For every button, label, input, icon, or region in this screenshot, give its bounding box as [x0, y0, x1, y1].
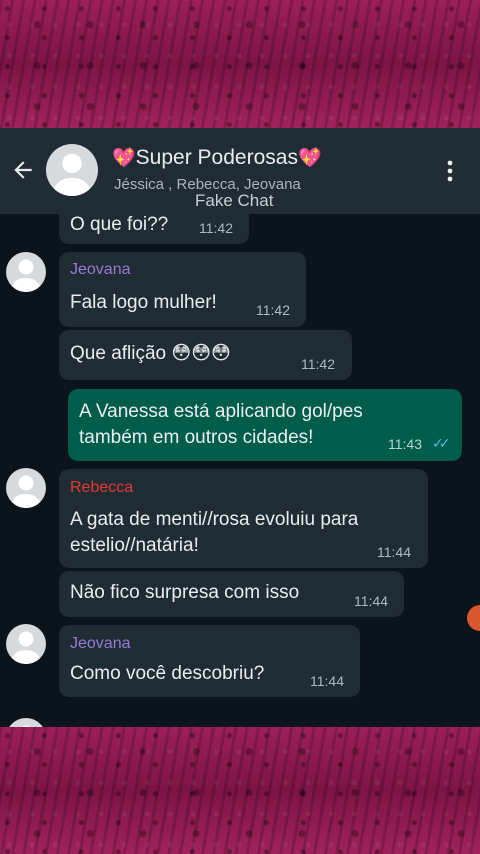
default-avatar-icon: [53, 153, 91, 196]
chat-screen: O que foi?? 11:42 Jeovana Fala logo mulh…: [0, 128, 480, 727]
message-text-line1: A Vanessa está aplicando gol/pes: [79, 401, 363, 422]
sender-avatar[interactable]: [6, 252, 46, 292]
sparkling-heart-icon: 💖: [297, 148, 322, 169]
default-avatar-icon: [12, 475, 40, 508]
message-bubble[interactable]: Não fico surpresa com isso 11:44: [59, 571, 404, 617]
group-avatar[interactable]: [46, 144, 98, 196]
message-time: 11:42: [199, 220, 233, 236]
default-avatar-icon: [12, 259, 40, 292]
message-bubble[interactable]: Jeovana Como você descobriu? 11:44: [59, 625, 360, 697]
message-time: 11:44: [354, 593, 388, 609]
double-check-icon: ✓✓: [432, 435, 451, 451]
chat-header: 💖Super Poderosas💖 Jéssica , Rebecca, Jeo…: [0, 128, 480, 214]
message-text-line2: também em outros cidades!: [79, 427, 314, 448]
default-avatar-icon: [21, 725, 31, 727]
chat-title-text: Super Poderosas: [135, 146, 298, 169]
message-time: 11:42: [301, 356, 335, 372]
message-text: Que aflição 😳😳😳: [70, 340, 231, 367]
sender-avatar[interactable]: [6, 468, 46, 508]
sender-avatar[interactable]: [6, 718, 46, 727]
message-text: Como você descobriu?: [70, 663, 265, 684]
message-bubble[interactable]: Jeovana Fala logo mulher! 11:42: [59, 252, 306, 327]
watermark-text: Fake Chat: [195, 191, 274, 210]
message-text-content: Que aflição: [70, 343, 167, 364]
sender-name: Rebecca: [70, 479, 134, 496]
message-bubble[interactable]: Que aflição 😳😳😳 11:42: [59, 330, 352, 380]
sender-name: Jeovana: [70, 635, 131, 652]
message-time: 11:43: [388, 436, 422, 452]
sparkling-heart-icon: 💖: [112, 148, 136, 169]
message-time: 11:42: [256, 302, 290, 318]
sender-name: Jeovana: [70, 261, 131, 278]
sender-avatar[interactable]: [6, 624, 46, 664]
message-text-line2: estelio//natária!: [70, 535, 199, 556]
message-text-line1: A gata de menti//rosa evoluiu para: [70, 509, 359, 530]
message-time: 11:44: [310, 673, 344, 689]
arrow-left-icon[interactable]: [10, 157, 36, 183]
message-bubble[interactable]: Rebecca A gata de menti//rosa evoluiu pa…: [59, 469, 428, 568]
default-avatar-icon: [12, 631, 40, 664]
more-vert-icon[interactable]: [444, 158, 456, 184]
background-texture-top: [0, 0, 480, 128]
message-time: 11:44: [377, 544, 411, 560]
message-text: Fala logo mulher!: [70, 292, 217, 313]
message-text: Não fico surpresa com isso: [70, 582, 300, 603]
chat-title[interactable]: 💖Super Poderosas💖: [112, 146, 322, 170]
message-bubble-outgoing[interactable]: A Vanessa está aplicando gol/pes também …: [68, 389, 462, 461]
background-texture-bottom: [0, 727, 480, 854]
message-text: O que foi??: [70, 214, 169, 235]
flushed-face-icon: 😳😳😳: [171, 342, 231, 364]
